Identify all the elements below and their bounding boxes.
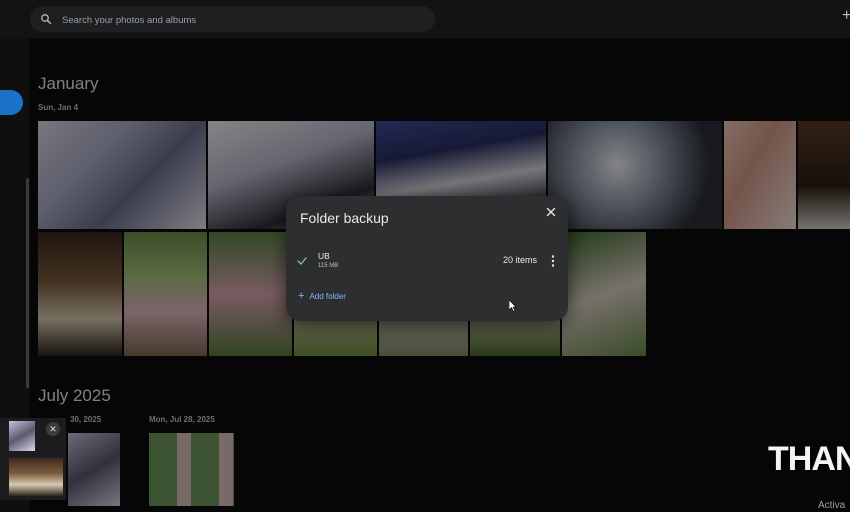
add-folder-button[interactable]: + Add folder	[298, 290, 346, 302]
photo-thumbnail[interactable]	[68, 433, 120, 506]
preview-thumbnail	[9, 421, 35, 451]
date-label-jul-30: 30, 2025	[70, 415, 102, 424]
top-bar: +	[0, 0, 850, 38]
folder-name: UB	[318, 251, 330, 261]
add-folder-label: Add folder	[309, 291, 346, 301]
section-title-july-2025: July 2025	[38, 386, 111, 405]
photo-thumbnail[interactable]	[562, 232, 646, 356]
photo-thumbnail[interactable]	[149, 433, 234, 506]
photo-thumbnail[interactable]	[38, 121, 206, 229]
create-plus-icon[interactable]: +	[842, 8, 850, 24]
photo-thumbnail[interactable]	[38, 232, 122, 356]
more-vert-icon[interactable]	[550, 254, 556, 268]
section-title-january: January	[38, 74, 99, 93]
active-nav-item[interactable]	[0, 90, 23, 115]
photo-thumbnail[interactable]	[724, 121, 796, 229]
photo-thumbnail[interactable]	[124, 232, 207, 356]
folder-backup-dialog: Folder backup UB 115 MB 20 items + Add f…	[286, 196, 568, 321]
plus-icon: +	[298, 290, 305, 302]
mouse-cursor-icon	[509, 300, 517, 312]
preview-thumbnail	[9, 458, 63, 496]
search-icon[interactable]	[40, 13, 52, 25]
folder-item-count: 20 items	[503, 255, 538, 265]
search-bar[interactable]	[30, 6, 435, 32]
watermark-logo: THANH	[768, 440, 850, 478]
photo-thumbnail[interactable]	[798, 121, 850, 229]
scrollbar[interactable]	[26, 178, 29, 388]
photo-thumbnail[interactable]	[209, 232, 292, 356]
photo-thumbnail[interactable]	[548, 121, 722, 229]
dialog-title: Folder backup	[300, 210, 389, 226]
search-input[interactable]	[60, 9, 424, 31]
activate-windows-notice: Activa	[818, 500, 846, 511]
check-icon	[297, 257, 307, 265]
date-label-jul-28: Mon, Jul 28, 2025	[149, 415, 215, 424]
close-icon[interactable]	[544, 205, 558, 219]
folder-size: 115 MB	[318, 263, 339, 269]
date-label-jan-4: Sun, Jan 4	[38, 103, 79, 112]
close-preview-icon[interactable]: ✕	[46, 422, 60, 436]
